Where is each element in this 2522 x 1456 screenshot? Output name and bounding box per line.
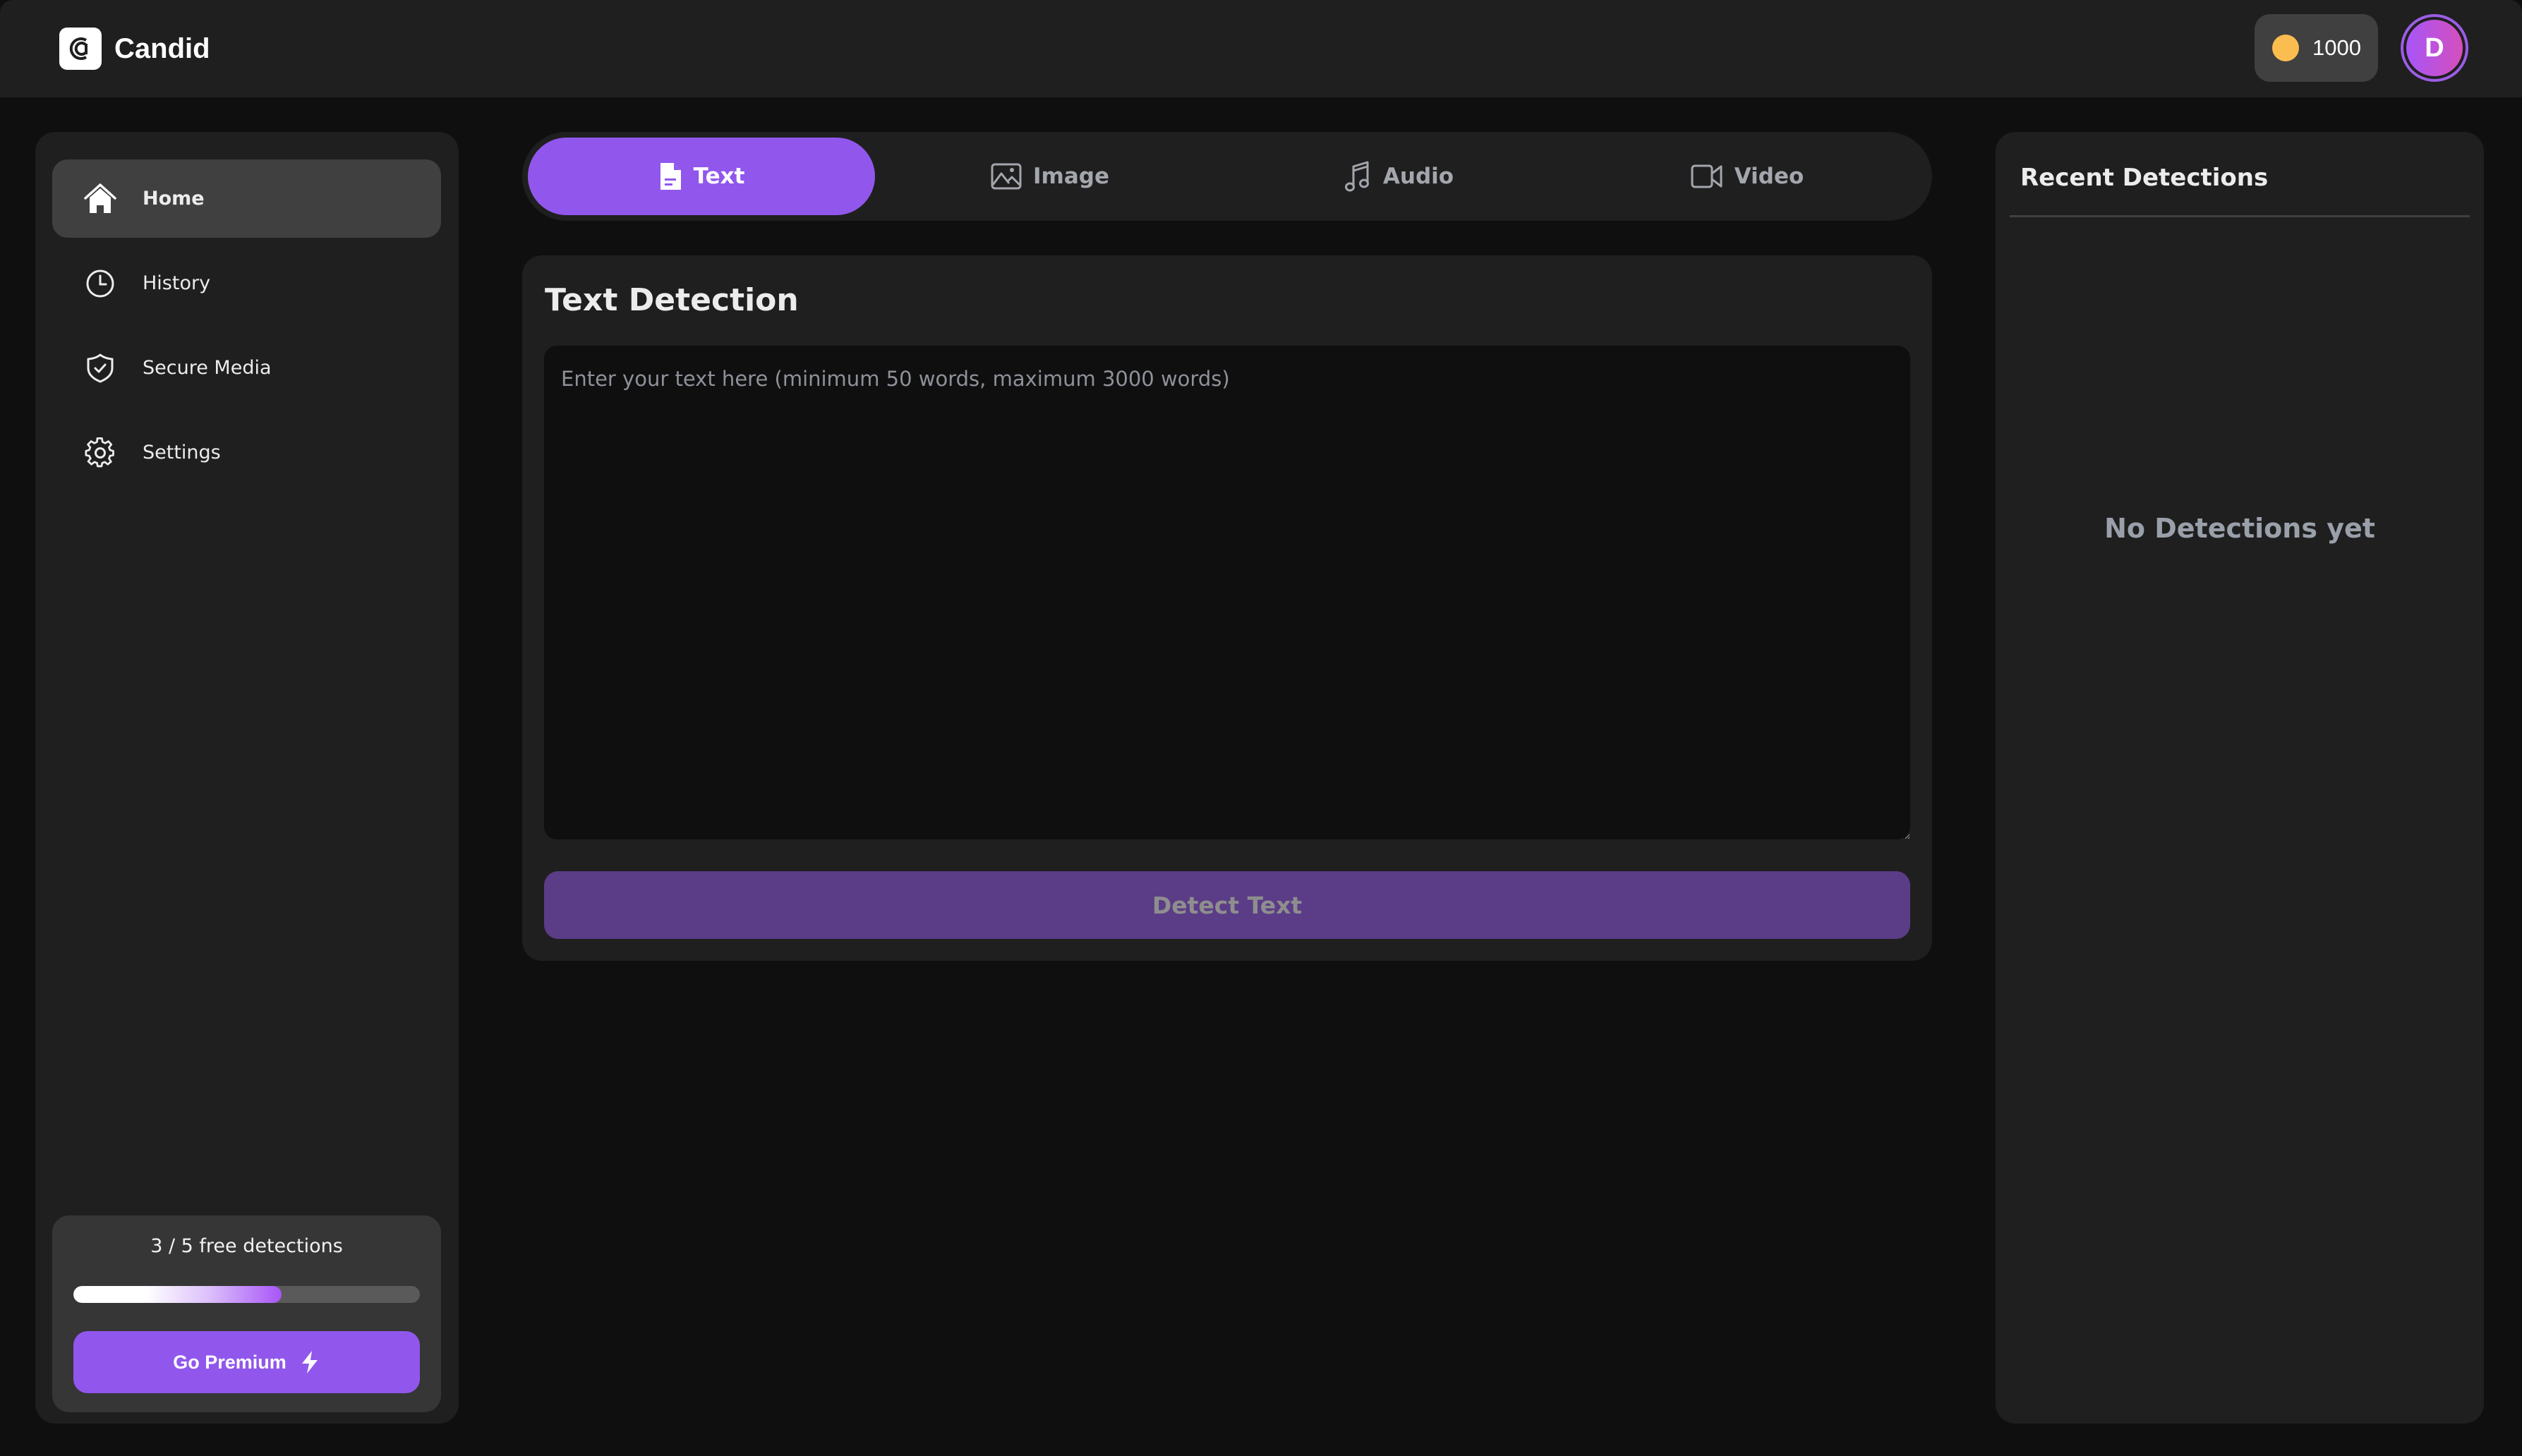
detection-title: Text Detection: [545, 282, 799, 318]
candid-logo-icon: [59, 28, 102, 70]
tab-label: Video: [1734, 164, 1804, 189]
user-avatar-button[interactable]: D: [2401, 14, 2468, 82]
text-detection-card: Text Detection Detect Text: [522, 255, 1932, 961]
sidebar: Home History Secure Media Settings 3 / 5…: [35, 132, 459, 1424]
usage-progress-bar: [73, 1286, 420, 1303]
go-premium-button[interactable]: Go Premium: [73, 1331, 420, 1393]
shield-check-icon: [83, 351, 117, 385]
usage-progress-fill: [73, 1286, 282, 1303]
recent-detections-panel: Recent Detections No Detections yet: [1996, 132, 2484, 1424]
tab-text[interactable]: Text: [528, 138, 875, 215]
usage-card: 3 / 5 free detections Go Premium: [52, 1215, 441, 1412]
recent-detections-title: Recent Detections: [2020, 164, 2269, 192]
sidebar-item-history[interactable]: History: [52, 244, 441, 322]
tab-audio[interactable]: Audio: [1225, 138, 1572, 215]
tab-image[interactable]: Image: [876, 138, 1224, 215]
logo[interactable]: Candid: [59, 28, 210, 70]
image-icon: [991, 163, 1022, 190]
credits-count: 1000: [2312, 35, 2361, 60]
lightning-icon: [299, 1350, 320, 1374]
tab-video[interactable]: Video: [1574, 138, 1921, 215]
top-header: Candid 1000 D: [0, 0, 2522, 97]
tab-label: Image: [1033, 164, 1109, 189]
sidebar-item-label: Settings: [143, 442, 221, 463]
sidebar-item-label: History: [143, 272, 211, 294]
document-icon: [658, 162, 682, 191]
clock-icon: [83, 267, 117, 301]
sidebar-item-label: Home: [143, 188, 205, 210]
video-camera-icon: [1691, 164, 1723, 189]
coin-icon: [2272, 35, 2299, 61]
app-name: Candid: [114, 32, 210, 64]
divider: [2010, 215, 2470, 217]
avatar-initial: D: [2425, 32, 2444, 63]
empty-state-text: No Detections yet: [2104, 513, 2375, 544]
tab-label: Audio: [1382, 164, 1454, 189]
sidebar-item-settings[interactable]: Settings: [52, 413, 441, 492]
sidebar-item-label: Secure Media: [143, 357, 272, 379]
go-premium-label: Go Premium: [173, 1351, 286, 1373]
home-icon: [83, 182, 117, 216]
music-note-icon: [1344, 161, 1372, 192]
text-input[interactable]: [544, 346, 1910, 839]
detect-text-button[interactable]: Detect Text: [544, 871, 1910, 939]
usage-text: 3 / 5 free detections: [150, 1235, 343, 1257]
avatar: D: [2406, 20, 2463, 76]
credits-badge[interactable]: 1000: [2255, 14, 2378, 82]
tab-label: Text: [693, 164, 745, 189]
media-type-tabs: Text Image Audio Video: [522, 132, 1932, 221]
sidebar-item-home[interactable]: Home: [52, 159, 441, 238]
gear-icon: [83, 436, 117, 470]
sidebar-item-secure-media[interactable]: Secure Media: [52, 329, 441, 407]
